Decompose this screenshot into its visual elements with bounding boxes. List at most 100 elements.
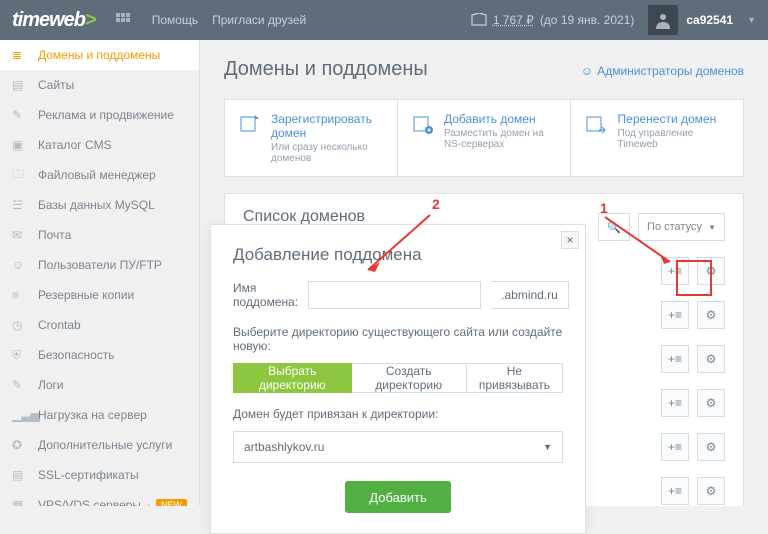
- action-add[interactable]: Добавить домен Разместить домен на NS-сер…: [398, 100, 571, 176]
- sidebar-item-load[interactable]: ▁▃▅ Нагрузка на сервер: [0, 400, 199, 430]
- action-title: Зарегистрировать домен: [271, 112, 383, 140]
- avatar[interactable]: [648, 5, 678, 35]
- backup-icon: ≡: [12, 288, 28, 302]
- dir-mode-segment: Выбрать директорию Создать директорию Не…: [233, 363, 563, 393]
- chevron-right-icon: ›: [147, 500, 150, 506]
- gear-icon: ✪: [12, 438, 28, 452]
- sidebar-item-label: Файловый менеджер: [38, 168, 156, 182]
- layers-icon: ▤: [12, 78, 28, 92]
- action-transfer[interactable]: Перенести доменПод управление Timeweb: [571, 100, 743, 176]
- seg-select-dir[interactable]: Выбрать директорию: [233, 363, 352, 393]
- sidebar-item-label: VPS/VDS серверы: [38, 498, 141, 506]
- sidebar-item-domains[interactable]: ≣Домены и поддомены: [0, 40, 199, 70]
- app-grid-icon[interactable]: [108, 5, 138, 35]
- sidebar-item-label: Базы данных MySQL: [38, 198, 155, 212]
- transfer-icon: [585, 112, 608, 136]
- server-icon: ▦: [12, 498, 28, 506]
- sidebar-item-label: Логи: [38, 378, 64, 392]
- modal-close-button[interactable]: ×: [561, 231, 579, 249]
- action-sub: Разместить домен на NS-серверах: [444, 128, 556, 150]
- domain-admins-link[interactable]: ☺ Администраторы доменов: [581, 64, 744, 78]
- add-subdomain-button[interactable]: +≡: [661, 389, 689, 417]
- sidebar-item-addons[interactable]: ✪ Дополнительные услуги: [0, 430, 199, 460]
- user-menu-caret-icon[interactable]: ▼: [747, 15, 756, 25]
- seg-no-bind[interactable]: Не привязывать: [466, 363, 563, 393]
- package-icon: ▣: [12, 138, 28, 152]
- head-link-label: Администраторы доменов: [597, 64, 744, 78]
- logo: timeweb>: [12, 9, 96, 32]
- action-register[interactable]: Зарегистрировать доменИли сразу нескольк…: [225, 100, 398, 176]
- sidebar-item-files[interactable]: 🗀 Файловый менеджер: [0, 160, 199, 190]
- new-badge: new: [156, 499, 187, 506]
- annotation-2: 2: [432, 196, 440, 212]
- sidebar-item-label: Сайты: [38, 78, 74, 92]
- sidebar-item-ads[interactable]: ✎Реклама и продвижение: [0, 100, 199, 130]
- actions-panel: Зарегистрировать доменИли сразу нескольк…: [224, 99, 744, 177]
- database-icon: ☱: [12, 198, 28, 212]
- add-subdomain-button[interactable]: +≡: [661, 477, 689, 505]
- settings-button[interactable]: ⚙: [697, 301, 725, 329]
- sidebar-item-ssl[interactable]: ▤ SSL-сертификаты: [0, 460, 199, 490]
- sidebar-item-label: Почта: [38, 228, 71, 242]
- add-subdomain-button[interactable]: +≡: [661, 433, 689, 461]
- balance[interactable]: 1 767 ₽ (до 19 янв. 2021): [471, 13, 635, 27]
- lock-icon: ▤: [12, 468, 28, 482]
- sidebar-item-db[interactable]: ☱ Базы данных MySQL: [0, 190, 199, 220]
- dir-hint: Выберите директорию существующего сайта …: [233, 325, 563, 353]
- sidebar-item-backup[interactable]: ≡ Резервные копии: [0, 280, 199, 310]
- caret-down-icon: ▼: [708, 223, 716, 232]
- dir-select[interactable]: artbashlykov.ru ▼: [233, 431, 563, 463]
- users-icon: ☺: [12, 258, 28, 272]
- sidebar-item-label: Реклама и продвижение: [38, 108, 174, 122]
- add-subdomain-button[interactable]: +≡: [661, 345, 689, 373]
- caret-down-icon: ▼: [543, 442, 552, 452]
- annotation-arrow-2: [360, 210, 440, 280]
- sidebar-item-security[interactable]: ⛨ Безопасность: [0, 340, 199, 370]
- annotation-1: 1: [600, 200, 608, 216]
- action-title: Перенести домен: [618, 112, 729, 126]
- sidebar-item-vps[interactable]: ▦ VPS/VDS серверы › new: [0, 490, 199, 506]
- settings-button[interactable]: ⚙: [697, 345, 725, 373]
- settings-button[interactable]: ⚙: [697, 477, 725, 505]
- annotation-box: [676, 260, 712, 296]
- log-icon: ✎: [12, 378, 28, 392]
- folder-icon: 🗀: [12, 165, 28, 186]
- subdomain-input[interactable]: [308, 281, 481, 309]
- sidebar-item-label: SSL-сертификаты: [38, 468, 139, 482]
- settings-button[interactable]: ⚙: [697, 389, 725, 417]
- username[interactable]: ca92541: [686, 13, 733, 27]
- clock-icon: ◷: [12, 318, 28, 332]
- sidebar-item-crontab[interactable]: ◷ Crontab: [0, 310, 199, 340]
- chart-icon: ▁▃▅: [12, 408, 28, 422]
- balance-until: (до 19 янв. 2021): [540, 13, 635, 27]
- sidebar-item-label: Безопасность: [38, 348, 115, 362]
- submit-button[interactable]: Добавить: [345, 481, 450, 513]
- help-link[interactable]: Помощь: [152, 13, 198, 27]
- shield-icon: ⛨: [12, 348, 28, 363]
- bind-label: Домен будет привязан к директории:: [233, 407, 563, 421]
- balance-amount: 1 767 ₽: [493, 13, 534, 27]
- sidebar-item-cms[interactable]: ▣Каталог CMS: [0, 130, 199, 160]
- annotation-arrow-1: [600, 212, 680, 272]
- register-icon: [239, 112, 261, 136]
- page-title: Домены и поддомены: [224, 58, 428, 81]
- action-sub: Или сразу несколько доменов: [271, 142, 383, 164]
- sidebar-item-label: Дополнительные услуги: [38, 438, 172, 452]
- sidebar-item-label: Нагрузка на сервер: [38, 408, 147, 422]
- topbar: timeweb> Помощь Пригласи друзей 1 767 ₽ …: [0, 0, 768, 40]
- sidebar-item-logs[interactable]: ✎ Логи: [0, 370, 199, 400]
- sidebar-item-label: Резервные копии: [38, 288, 134, 302]
- user-icon: ☺: [581, 64, 593, 78]
- sidebar-item-sites[interactable]: ▤ Сайты: [0, 70, 199, 100]
- add-subdomain-button[interactable]: +≡: [661, 301, 689, 329]
- sidebar-item-mail[interactable]: ✉Почта: [0, 220, 199, 250]
- seg-create-dir[interactable]: Создать директорию: [351, 363, 467, 393]
- action-title: Добавить домен: [444, 112, 556, 126]
- add-domain-icon: [412, 112, 434, 136]
- sidebar-item-label: Crontab: [38, 318, 81, 332]
- settings-button[interactable]: ⚙: [697, 433, 725, 461]
- sidebar-item-label: Пользователи ПУ/FTP: [38, 258, 162, 272]
- sidebar: ≣Домены и поддомены ▤Сайты ✎Реклама и пр…: [0, 40, 200, 506]
- invite-link[interactable]: Пригласи друзей: [212, 13, 306, 27]
- sidebar-item-users[interactable]: ☺ Пользователи ПУ/FTP: [0, 250, 199, 280]
